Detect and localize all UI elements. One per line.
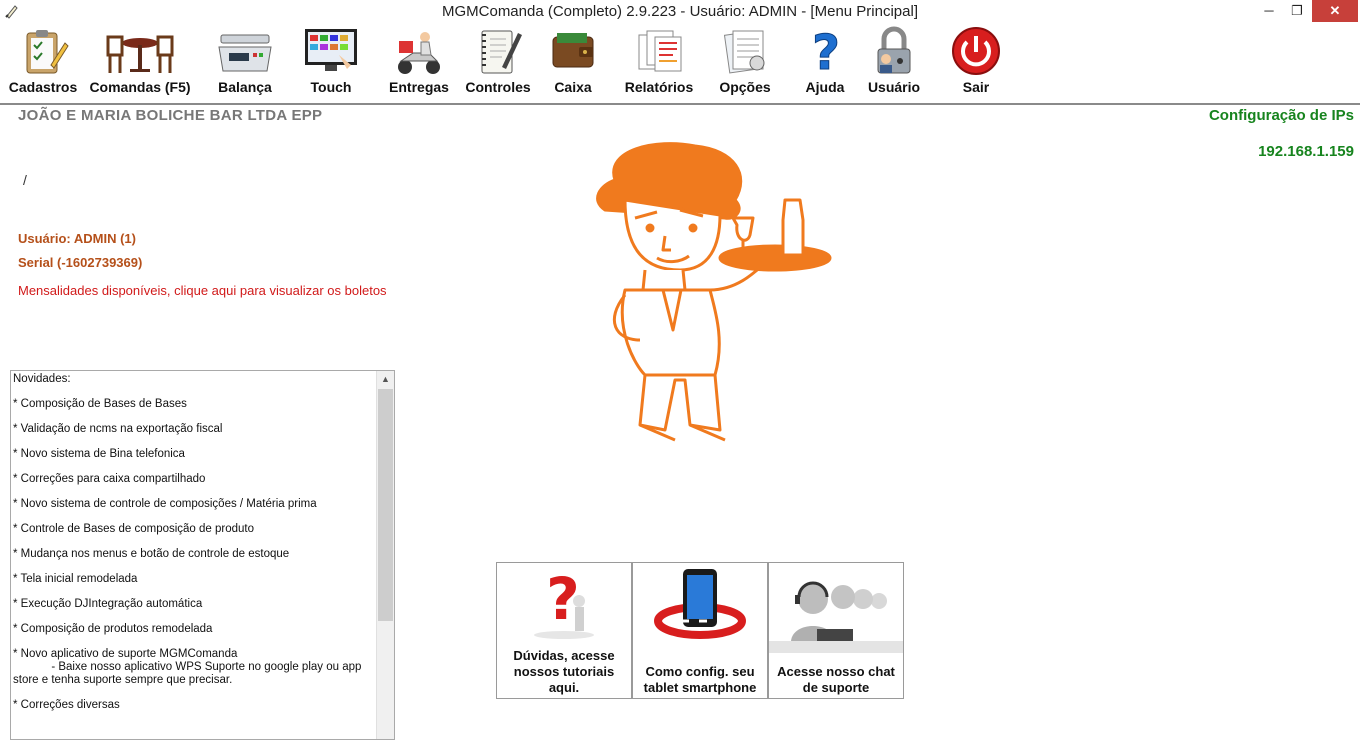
- toolbar-comandas-button[interactable]: Comandas (F5): [88, 25, 192, 95]
- toolbar-label: Opções: [719, 79, 771, 95]
- minimize-button[interactable]: ─: [1256, 0, 1282, 22]
- user-lock-icon: [877, 26, 911, 74]
- news-item: * Correções diversas: [13, 699, 120, 711]
- toolbar-label: Controles: [465, 79, 531, 95]
- toolbar-balanca-button[interactable]: Balança: [210, 25, 280, 95]
- toolbar-label: Entregas: [389, 79, 449, 95]
- help-question-icon: ?: [812, 25, 841, 77]
- news-item: * Correções para caixa compartilhado: [13, 473, 206, 485]
- wallet-icon: [552, 33, 594, 68]
- ip-address: 192.168.1.159: [1258, 143, 1354, 160]
- toolbar-controles-button[interactable]: Controles: [464, 25, 532, 95]
- scroll-thumb[interactable]: [378, 389, 393, 621]
- news-item: * Composição de produtos remodelada: [13, 623, 213, 635]
- power-icon: [952, 27, 1000, 75]
- toolbar-touch-button[interactable]: Touch: [298, 25, 364, 95]
- toolbar-label: Comandas (F5): [89, 79, 191, 95]
- ip-config-link[interactable]: Configuração de IPs: [1209, 107, 1354, 124]
- tutorials-tile[interactable]: ? Dúvidas, acesse nossos tutoriais aqui.: [496, 562, 632, 699]
- main-toolbar: Cadastros Comandas (F5) Balança Touch En…: [0, 23, 1360, 105]
- smartphone-lifebuoy-icon: [654, 569, 746, 639]
- toolbar-caixa-button[interactable]: Caixa: [545, 25, 601, 95]
- toolbar-relatorios-button[interactable]: Relatórios: [618, 25, 700, 95]
- toolbar-entregas-button[interactable]: Entregas: [385, 25, 453, 95]
- toolbar-sair-button[interactable]: Sair: [950, 25, 1002, 95]
- serial-line: Serial (-1602739369): [18, 255, 143, 270]
- options-doc-icon: [723, 30, 765, 74]
- reports-icon: [638, 30, 682, 72]
- tile-label: Como config. seu tablet smartphone: [643, 664, 757, 695]
- close-button[interactable]: ✕: [1312, 0, 1358, 22]
- toolbar-label: Ajuda: [805, 79, 845, 95]
- restaurant-table-icon: [106, 35, 174, 73]
- support-chat-tile[interactable]: Acesse nosso chat de suporte: [768, 562, 904, 699]
- waiter-mascot-image: [596, 142, 832, 442]
- toolbar-label: Touch: [310, 79, 352, 95]
- toolbar-cadastros-button[interactable]: Cadastros: [5, 25, 81, 95]
- support-headset-icon: [769, 581, 903, 653]
- title-bar: MGMComanda (Completo) 2.9.223 - Usuário:…: [0, 0, 1360, 24]
- news-item: * Validação de ncms na exportação fiscal: [13, 423, 223, 435]
- scroll-up-arrow-icon[interactable]: ▲: [377, 371, 394, 388]
- toolbar-ajuda-button[interactable]: ? Ajuda: [800, 25, 850, 95]
- toolbar-opcoes-button[interactable]: Opções: [714, 25, 776, 95]
- toolbar-label: Balança: [218, 79, 272, 95]
- help-tiles: ? Dúvidas, acesse nossos tutoriais aqui.…: [496, 562, 905, 699]
- toolbar-label: Usuário: [867, 79, 921, 95]
- touch-monitor-icon: [305, 29, 357, 71]
- news-item: * Execução DJIntegração automática: [13, 598, 203, 610]
- delivery-scooter-icon: [398, 32, 440, 74]
- news-panel[interactable]: Novidades: * Composição de Bases de Base…: [10, 370, 395, 740]
- tile-label: Acesse nosso chat de suporte: [777, 664, 895, 695]
- news-item: * Tela inicial remodelada: [13, 573, 138, 585]
- clipboard-check-icon: [26, 30, 69, 74]
- billing-notice-link[interactable]: Mensalidades disponíveis, clique aqui pa…: [18, 283, 398, 299]
- news-item: * Novo sistema de controle de composiçõe…: [13, 498, 317, 510]
- news-item: * Composição de Bases de Bases: [13, 398, 187, 410]
- company-name: JOÃO E MARIA BOLICHE BAR LTDA EPP: [18, 107, 323, 124]
- toolbar-label: Sair: [962, 79, 990, 95]
- toolbar-label: Cadastros: [8, 79, 78, 95]
- toolbar-label: Caixa: [554, 79, 592, 95]
- news-item: * Mudança nos menus e botão de controle …: [13, 548, 290, 560]
- tile-label: Dúvidas, acesse nossos tutoriais aqui.: [513, 648, 615, 695]
- window-title: MGMComanda (Completo) 2.9.223 - Usuário:…: [441, 3, 918, 20]
- news-list: Novidades: * Composição de Bases de Base…: [13, 373, 375, 724]
- news-scrollbar[interactable]: ▲: [376, 371, 394, 739]
- toolbar-usuario-button[interactable]: Usuário: [862, 25, 926, 95]
- news-header: Novidades:: [13, 373, 71, 385]
- svg-text:?: ?: [812, 25, 840, 77]
- maximize-button[interactable]: ❐: [1284, 0, 1310, 22]
- news-item: * Controle de Bases de composição de pro…: [13, 523, 255, 535]
- toolbar-label: Relatórios: [624, 79, 694, 95]
- question-figure-icon: ?: [534, 565, 594, 639]
- notebook-pen-icon: [481, 30, 522, 74]
- news-item: * Novo sistema de Bina telefonica: [13, 448, 185, 460]
- news-item: * Novo aplicativo de suporte MGMComanda …: [13, 648, 362, 686]
- user-line: Usuário: ADMIN (1): [18, 231, 136, 246]
- user-info: Usuário: ADMIN (1) Serial (-1602739369): [18, 227, 142, 275]
- company-address: /: [23, 172, 27, 188]
- scale-icon: [218, 34, 272, 72]
- tablet-config-tile[interactable]: Como config. seu tablet smartphone: [632, 562, 768, 699]
